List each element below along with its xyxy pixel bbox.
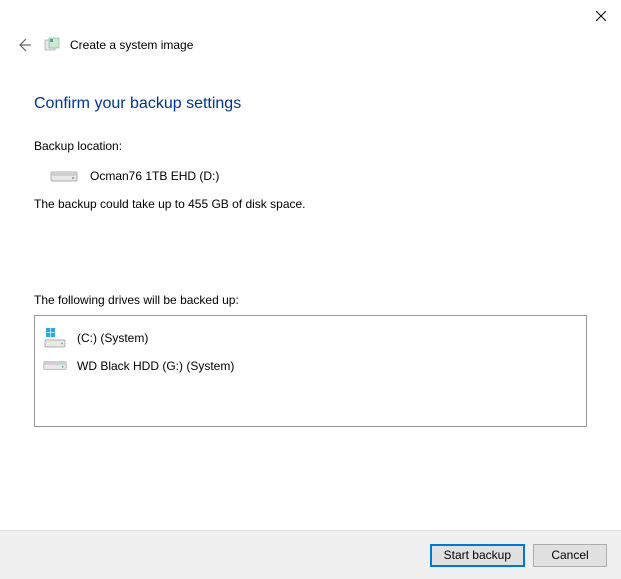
backup-location-label: Backup location: [34, 139, 587, 153]
backup-location-row: Ocman76 1TB EHD (D:) [34, 165, 587, 187]
drive-item-label: (C:) (System) [77, 331, 148, 345]
list-item: (C:) (System) [35, 322, 586, 354]
page-heading: Confirm your backup settings [34, 95, 587, 113]
drive-item-label: WD Black HDD (G:) (System) [77, 359, 234, 373]
hard-drive-icon [50, 167, 78, 185]
windows-drive-icon [43, 326, 67, 350]
list-item: WD Black HDD (G:) (System) [35, 354, 586, 378]
backup-drive-name: Ocman76 1TB EHD (D:) [90, 169, 219, 183]
hard-drive-icon [43, 358, 67, 374]
drives-list: (C:) (System) WD Black HDD (G:) (System) [34, 315, 587, 427]
wizard-title: Create a system image [70, 38, 193, 52]
drives-list-label: The following drives will be backed up: [34, 293, 587, 307]
cancel-button[interactable]: Cancel [533, 544, 607, 567]
back-button[interactable] [14, 35, 34, 55]
close-button[interactable] [591, 6, 611, 26]
system-image-icon [44, 37, 60, 53]
space-estimate-text: The backup could take up to 455 GB of di… [34, 197, 587, 211]
wizard-header: Create a system image [0, 0, 621, 55]
dialog-footer: Start backup Cancel [0, 530, 621, 579]
content-area: Confirm your backup settings Backup loca… [0, 55, 621, 427]
start-backup-button[interactable]: Start backup [430, 544, 525, 567]
